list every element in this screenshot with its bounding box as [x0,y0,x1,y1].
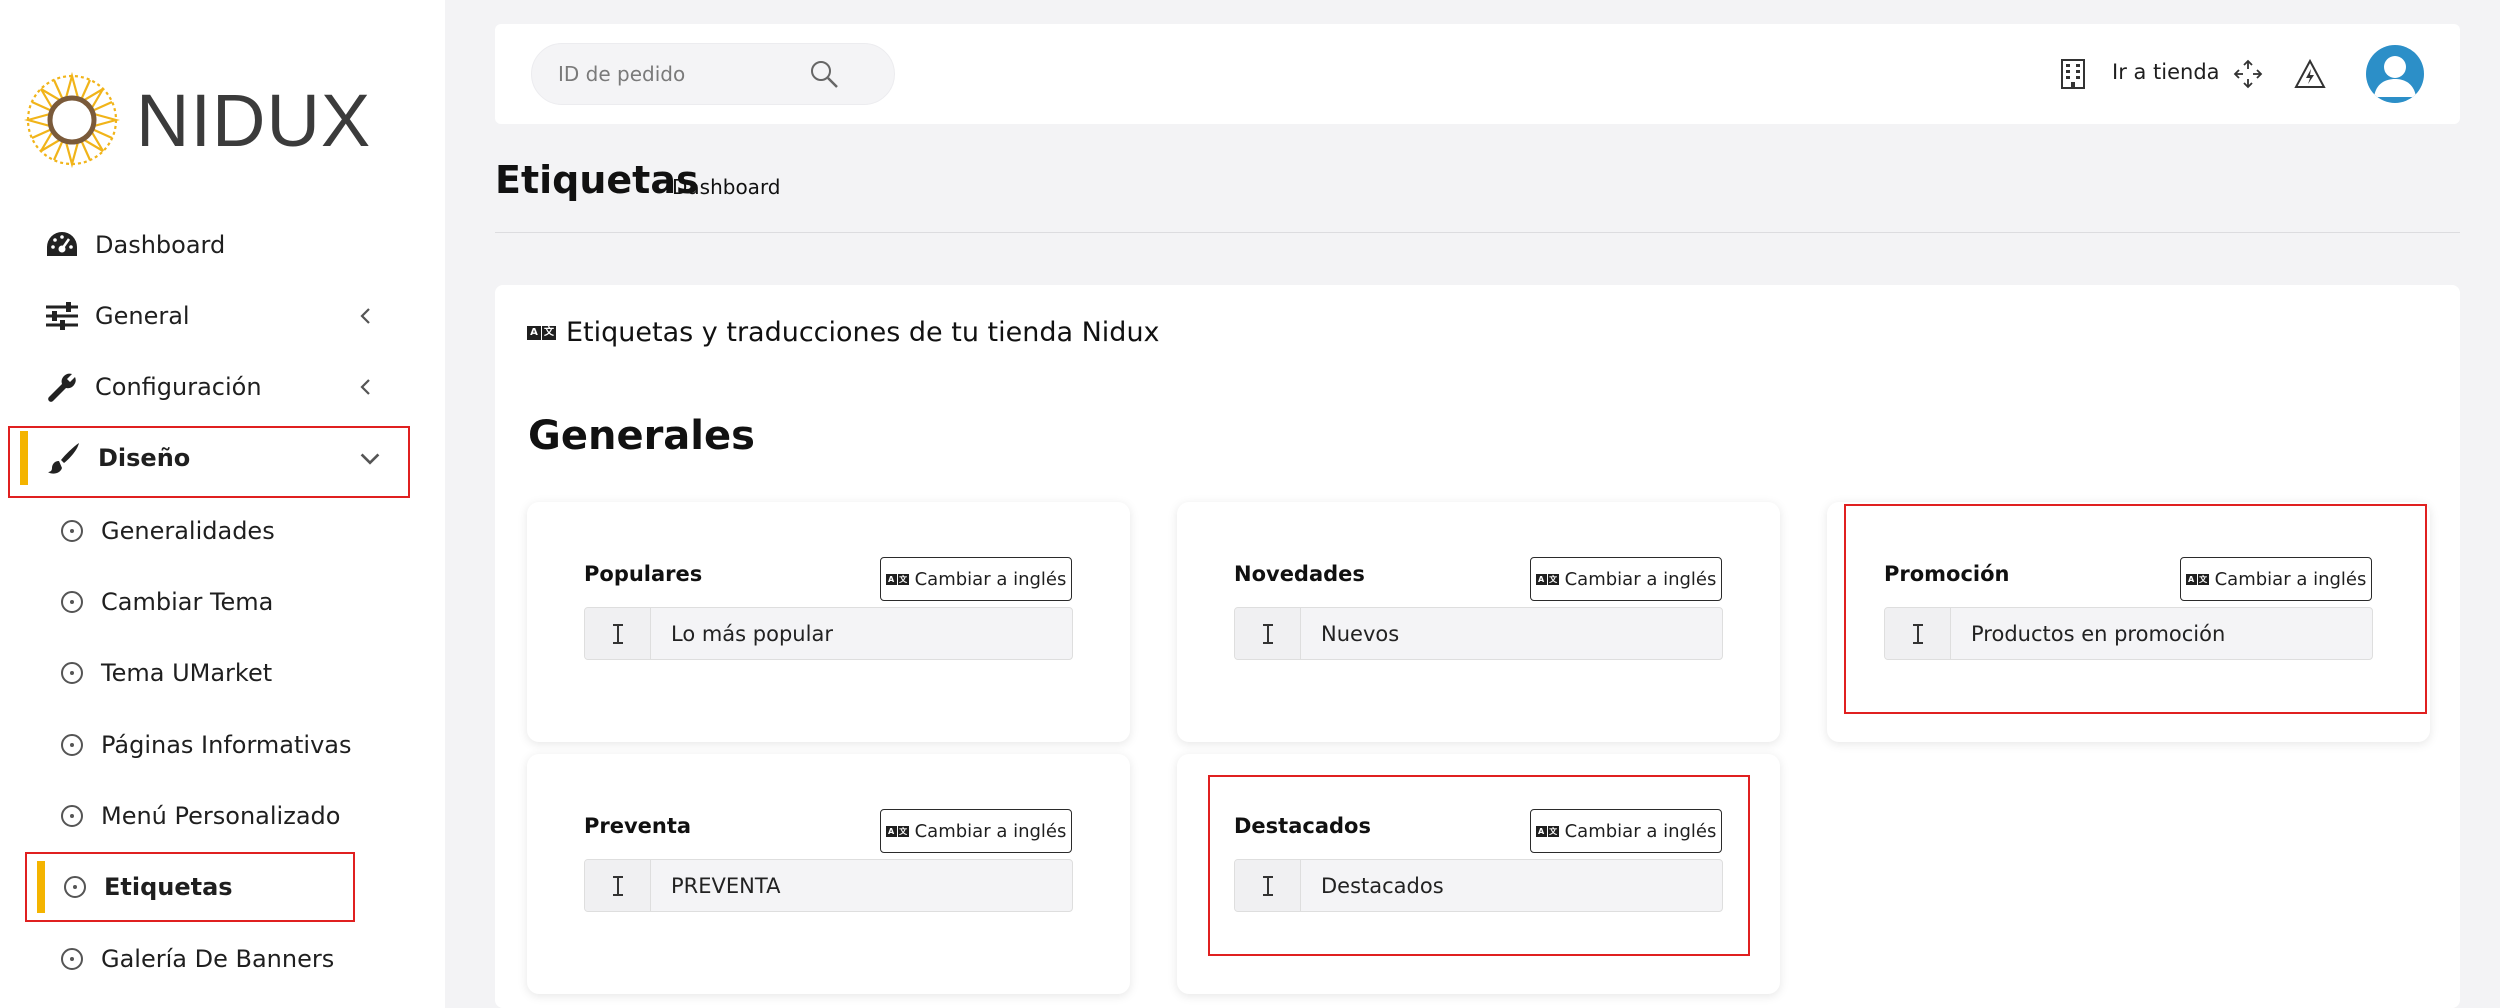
label-title: Novedades [1234,562,1365,586]
label-title: Preventa [584,814,692,838]
label-card-promocion: Promoción A文 Cambiar a inglés [1827,502,2430,742]
sliders-icon [44,298,80,334]
circle-dot-icon [64,876,86,898]
text-cursor-icon [585,860,651,911]
fullscreen-arrows-icon[interactable] [2231,57,2265,91]
text-cursor-icon [1235,860,1301,911]
order-search [531,43,895,105]
user-avatar[interactable] [2366,45,2424,103]
translate-icon: A文 [885,573,909,585]
translate-icon: A文 [1535,825,1559,837]
translate-to-english-button[interactable]: A文 Cambiar a inglés [1530,557,1722,601]
sidebar-subitem-tema-umarket[interactable]: Tema UMarket [0,646,410,700]
breadcrumb[interactable]: Dashboard [672,175,781,199]
top-bar: Ir a tienda [495,24,2460,124]
label-input-group [1234,607,1723,660]
circle-dot-icon [61,520,83,542]
chevron-left-icon [360,308,370,324]
button-label: Cambiar a inglés [1564,568,1717,590]
translate-to-english-button[interactable]: A文 Cambiar a inglés [880,557,1072,601]
text-cursor-icon [1235,608,1301,659]
label-input-group [584,607,1073,660]
chevron-left-icon [360,379,370,395]
label-title: Populares [584,562,703,586]
translate-to-english-button[interactable]: A文 Cambiar a inglés [2180,557,2372,601]
sidebar-item-general[interactable]: General [0,286,410,346]
card-title: A文 Etiquetas y traducciones de tu tienda… [527,317,1160,348]
text-cursor-icon [585,608,651,659]
label-value-input[interactable] [1301,860,1722,911]
nidux-logo-icon [24,72,120,168]
sidebar-subitem-menu-personalizado[interactable]: Menú Personalizado [0,789,410,843]
sidebar-subitem-label: Tema UMarket [101,659,273,687]
translate-to-english-button[interactable]: A文 Cambiar a inglés [880,809,1072,853]
circle-dot-icon [61,734,83,756]
sidebar-subitem-cambiar-tema[interactable]: Cambiar Tema [0,575,410,629]
button-label: Cambiar a inglés [914,820,1067,842]
sidebar-item-dashboard[interactable]: Dashboard [0,215,410,275]
sidebar-subitem-label: Generalidades [101,517,275,545]
sidebar-item-label: Diseño [98,444,191,472]
label-title: Promoción [1884,562,2010,586]
wrench-icon [44,369,80,405]
sidebar-item-configuracion[interactable]: Configuración [0,357,410,417]
sidebar-item-label: Configuración [95,373,262,401]
search-icon[interactable] [804,54,844,94]
chevron-down-icon [360,453,380,465]
divider [495,232,2460,233]
section-title: Generales [528,413,755,459]
sidebar-item-label: General [95,302,190,330]
sidebar-subitem-label: Galería De Banners [101,945,335,973]
label-value-input[interactable] [1951,608,2372,659]
sidebar: NIDUX Dashboard General Configuración Di… [0,0,445,1008]
label-card-populares: Populares A文 Cambiar a inglés [527,502,1130,742]
label-value-input[interactable] [651,608,1072,659]
sidebar-subitem-generalidades[interactable]: Generalidades [0,504,410,558]
label-value-input[interactable] [651,860,1072,911]
label-card-novedades: Novedades A文 Cambiar a inglés [1177,502,1780,742]
order-id-search-input[interactable] [558,44,808,104]
paintbrush-icon [46,440,82,476]
sidebar-subitem-label: Páginas Informativas [101,731,352,759]
label-input-group [1234,859,1723,912]
translate-icon: A文 [885,825,909,837]
sidebar-item-label: Dashboard [95,231,226,259]
label-value-input[interactable] [1301,608,1722,659]
sidebar-subitem-label: Etiquetas [104,873,233,901]
logo-text: NIDUX [136,78,372,162]
button-label: Cambiar a inglés [914,568,1067,590]
sidebar-subitem-etiquetas[interactable]: Etiquetas [0,860,410,914]
building-icon[interactable] [2056,57,2090,91]
circle-dot-icon [61,591,83,613]
label-title: Destacados [1234,814,1371,838]
sidebar-subitem-label: Menú Personalizado [101,802,341,830]
page-title: Etiquetas [495,158,699,202]
speedometer-icon [44,227,80,263]
nidux-logo[interactable]: NIDUX [24,72,371,168]
circle-dot-icon [61,805,83,827]
button-label: Cambiar a inglés [1564,820,1717,842]
text-cursor-icon [1885,608,1951,659]
button-label: Cambiar a inglés [2214,568,2367,590]
label-card-preventa: Preventa A文 Cambiar a inglés [527,754,1130,994]
labels-card: A文 Etiquetas y traducciones de tu tienda… [495,285,2460,1008]
label-input-group [1884,607,2373,660]
translate-icon: A文 [1535,573,1559,585]
sidebar-item-diseno[interactable]: Diseño [0,428,410,488]
sidebar-subitem-label: Cambiar Tema [101,588,274,616]
translate-icon: A文 [2185,573,2209,585]
label-input-group [584,859,1073,912]
go-to-store-link[interactable]: Ir a tienda [2112,60,2220,84]
sidebar-subitem-paginas-informativas[interactable]: Páginas Informativas [0,718,410,772]
circle-dot-icon [61,662,83,684]
warning-bolt-icon[interactable] [2293,57,2327,91]
translate-icon: A文 [527,325,556,340]
circle-dot-icon [61,948,83,970]
translate-to-english-button[interactable]: A文 Cambiar a inglés [1530,809,1722,853]
sidebar-subitem-galeria-banners[interactable]: Galería De Banners [0,932,410,986]
label-card-destacados: Destacados A文 Cambiar a inglés [1177,754,1780,994]
card-title-text: Etiquetas y traducciones de tu tienda Ni… [566,317,1160,348]
